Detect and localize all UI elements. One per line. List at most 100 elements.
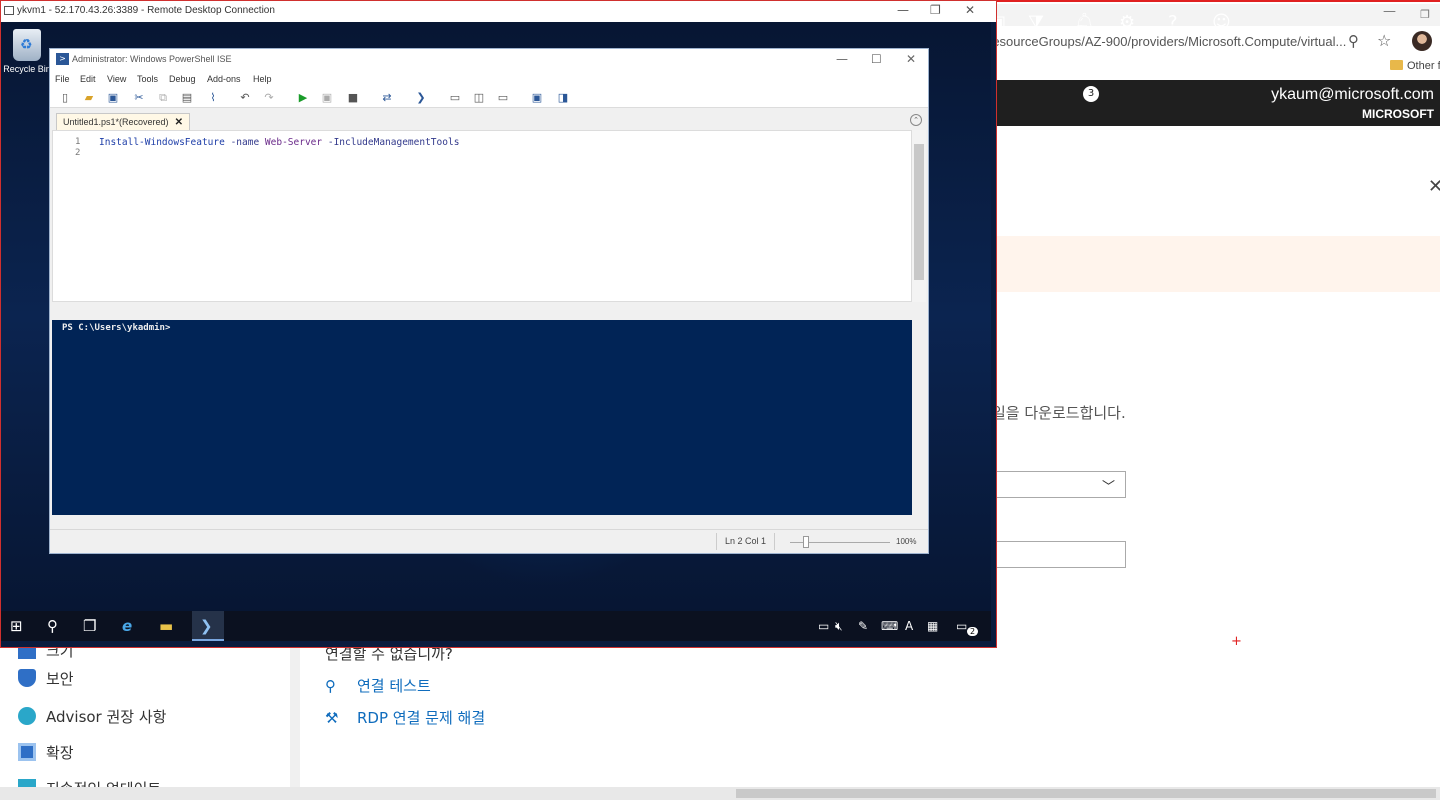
- user-tenant: MICROSOFT: [1362, 107, 1434, 121]
- ip-address-dropdown[interactable]: ﹀: [990, 471, 1126, 498]
- settings-gear-icon[interactable]: ⚙: [1119, 12, 1135, 33]
- console-horizontal-scrollbar[interactable]: [52, 515, 926, 525]
- resource-menu-scrollbar[interactable]: [290, 648, 300, 788]
- zoom-icon[interactable]: ⚲: [1348, 32, 1359, 50]
- network-icon[interactable]: ▭: [818, 619, 829, 633]
- console-pane[interactable]: PS C:\Users\ykadmin>: [52, 320, 912, 515]
- pane-splitter[interactable]: [52, 311, 926, 320]
- tab-close-icon[interactable]: ✕: [175, 117, 183, 128]
- nav-item-advisor[interactable]: Advisor 권장 사항: [18, 706, 166, 727]
- show-command-window-icon[interactable]: ▣: [530, 91, 544, 104]
- extensions-icon: [18, 743, 36, 761]
- task-view-icon[interactable]: ❐: [83, 617, 96, 635]
- ise-title-bar[interactable]: > Administrator: Windows PowerShell ISE …: [50, 49, 928, 71]
- run-selection-icon[interactable]: ▣: [320, 91, 334, 104]
- nav-item-extensions-label: 확장: [46, 744, 74, 762]
- bookmark-other-label: Other fa: [1407, 60, 1440, 72]
- ise-maximize-icon[interactable]: ☐: [871, 52, 882, 66]
- file-explorer-icon[interactable]: ▬: [159, 617, 173, 635]
- rdp-title: ykvm1 - 52.170.43.26:3389 - Remote Deskt…: [17, 5, 275, 16]
- rdp-restore-icon[interactable]: ❐: [930, 3, 941, 17]
- browser-minimize-icon[interactable]: —: [1383, 4, 1396, 19]
- profile-avatar[interactable]: [1412, 31, 1432, 51]
- test-connection-link[interactable]: ⚲ 연결 테스트: [325, 675, 431, 696]
- line-number: 2: [75, 148, 81, 158]
- script-vertical-scrollbar[interactable]: [912, 130, 926, 302]
- new-file-icon[interactable]: ▯: [58, 91, 72, 104]
- action-center-badge: 2: [967, 627, 979, 636]
- cut-icon[interactable]: ✂: [132, 91, 146, 104]
- plug-icon: ⚲: [325, 677, 336, 695]
- line-number: 1: [75, 137, 81, 147]
- windows-start-icon[interactable]: ⊞: [10, 617, 23, 635]
- undo-icon[interactable]: ↶: [238, 91, 252, 104]
- help-icon[interactable]: ?: [1168, 12, 1178, 33]
- copy-icon[interactable]: ⧉: [156, 91, 170, 104]
- menu-view[interactable]: View: [107, 74, 126, 84]
- code-line-1[interactable]: Install-WindowsFeature -name Web-Server …: [99, 137, 459, 148]
- console-vertical-scrollbar[interactable]: [912, 320, 926, 515]
- show-script-top-icon[interactable]: ▭: [448, 91, 462, 104]
- menu-debug[interactable]: Debug: [169, 74, 196, 84]
- powershell-icon: >: [56, 53, 69, 65]
- nav-item-extensions[interactable]: 확장: [18, 742, 74, 763]
- menu-tools[interactable]: Tools: [137, 74, 158, 84]
- shield-icon: [18, 669, 36, 687]
- remote-taskbar: ⊞ ⚲ ❐ e ▬ ❯ ▭ 🔇︎ ✎ ⌨ A ▦ ▭ 2: [1, 611, 991, 641]
- paste-icon[interactable]: ▤: [180, 91, 194, 104]
- menu-edit[interactable]: Edit: [80, 74, 96, 84]
- menu-help[interactable]: Help: [253, 74, 272, 84]
- address-bar-url[interactable]: resourceGroups/AZ-900/providers/Microsof…: [988, 34, 1346, 49]
- collapse-script-pane-icon[interactable]: ⌃: [910, 114, 922, 126]
- zoom-slider-thumb[interactable]: [803, 536, 809, 548]
- download-rdp-text: 일을 다운로드합니다.: [992, 404, 1126, 422]
- script-tab[interactable]: Untitled1.ps1*(Recovered) ✕: [56, 113, 190, 131]
- script-scrollbar-thumb[interactable]: [914, 144, 924, 280]
- volume-muted-icon[interactable]: 🔇︎: [835, 619, 843, 634]
- directory-filter-icon[interactable]: ⧩: [1028, 12, 1044, 33]
- menu-file[interactable]: File: [55, 74, 70, 84]
- feedback-smiley-icon[interactable]: ☺: [1212, 12, 1231, 33]
- port-number-input[interactable]: [990, 541, 1126, 568]
- show-addon-icon[interactable]: ◨: [556, 91, 570, 104]
- search-icon[interactable]: ⚲: [47, 617, 58, 635]
- save-icon[interactable]: ▣: [106, 91, 120, 104]
- menu-addons[interactable]: Add-ons: [207, 74, 241, 84]
- rdp-close-icon[interactable]: ✕: [965, 3, 975, 17]
- input-language-icon[interactable]: A: [905, 619, 913, 633]
- bookmark-star-icon[interactable]: ☆: [1377, 31, 1391, 50]
- stop-icon[interactable]: ■: [346, 91, 360, 104]
- clear-console-icon[interactable]: ⌇: [206, 91, 220, 104]
- blade-close-icon[interactable]: ✕: [1428, 176, 1440, 197]
- internet-explorer-icon[interactable]: e: [122, 617, 132, 635]
- ise-status-bar: Ln 2 Col 1 100%: [50, 529, 928, 553]
- advisor-cloud-icon: [18, 707, 36, 725]
- show-script-right-icon[interactable]: ◫: [472, 91, 486, 104]
- show-script-max-icon[interactable]: ▭: [496, 91, 510, 104]
- ise-close-icon[interactable]: ✕: [906, 52, 916, 66]
- browser-scrollbar-thumb[interactable]: [736, 789, 1436, 798]
- start-powershell-icon[interactable]: ❯: [414, 91, 428, 104]
- script-tab-strip: Untitled1.ps1*(Recovered) ✕ ⌃: [50, 109, 928, 131]
- recycle-bin-label: Recycle Bin: [3, 64, 51, 74]
- open-folder-icon[interactable]: ▰: [82, 91, 96, 104]
- rdp-troubleshoot-link[interactable]: ⚒ RDP 연결 문제 해결: [325, 707, 485, 728]
- remote-tab-icon[interactable]: ⇄: [380, 91, 394, 104]
- rdp-minimize-icon[interactable]: —: [897, 3, 909, 17]
- recycle-bin-shortcut[interactable]: Recycle Bin: [3, 29, 51, 74]
- redo-icon[interactable]: ↷: [262, 91, 276, 104]
- script-horizontal-scrollbar[interactable]: [52, 302, 926, 311]
- pen-icon[interactable]: ✎: [858, 619, 868, 633]
- bookmark-other-folder[interactable]: Other fa: [1390, 60, 1440, 72]
- browser-restore-icon[interactable]: ❐: [1420, 8, 1430, 21]
- user-email[interactable]: ykaum@microsoft.com: [1271, 86, 1434, 104]
- ime-icon[interactable]: ▦: [927, 619, 938, 633]
- rdp-title-bar[interactable]: ykvm1 - 52.170.43.26:3389 - Remote Deskt…: [1, 1, 996, 22]
- ise-minimize-icon[interactable]: —: [836, 52, 848, 66]
- notifications-bell-icon[interactable]: 🔔︎: [1073, 12, 1096, 33]
- action-center-icon[interactable]: ▭: [956, 619, 967, 633]
- script-editor[interactable]: 1 2 Install-WindowsFeature -name Web-Ser…: [52, 130, 912, 302]
- run-script-icon[interactable]: ▶: [296, 91, 310, 104]
- keyboard-icon[interactable]: ⌨: [881, 619, 898, 633]
- nav-item-security[interactable]: 보안: [18, 668, 74, 689]
